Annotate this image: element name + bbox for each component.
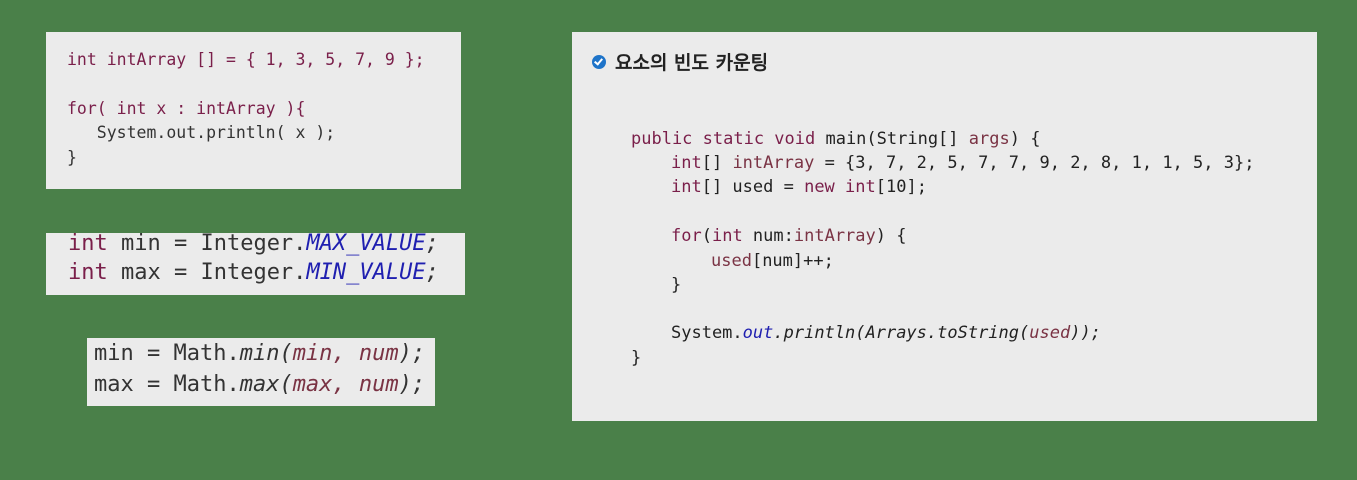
method-name: min(: [239, 341, 293, 366]
method-args: min, num: [292, 341, 399, 366]
method-call: .println(Arrays.toString(: [773, 323, 1030, 343]
code-text: ));: [1070, 323, 1101, 343]
code-snippet-for-each: int intArray [] = { 1, 3, 5, 7, 9 }; for…: [46, 32, 461, 189]
keyword: int: [671, 153, 702, 173]
code-text: [] used =: [701, 177, 805, 197]
code-snippet-min-max-init: int min = Integer.MAX_VALUE; int max = I…: [46, 231, 465, 295]
code-text: }: [671, 275, 682, 295]
keyword: int: [68, 260, 108, 285]
variable: intArray: [732, 153, 815, 173]
code-text: );: [398, 341, 426, 366]
variable: args: [968, 129, 1010, 149]
code-line: int[] intArray = {3, 7, 2, 5, 7, 7, 9, 2…: [671, 153, 1254, 173]
static-field: MIN_VALUE: [306, 260, 426, 285]
code-text: [num]++;: [751, 251, 834, 271]
code-text: (: [701, 226, 712, 246]
code-text: ) {: [1009, 129, 1041, 149]
section-title: 요소의 빈도 카운팅: [615, 52, 769, 74]
code-line: }: [671, 275, 681, 295]
keyword: int: [845, 177, 876, 197]
code-text: ;: [425, 260, 439, 285]
variable: used: [711, 251, 752, 271]
code-text: System.out.println( x );: [67, 123, 336, 142]
code-text: min = Math.: [94, 341, 240, 366]
static-field: MAX_VALUE: [306, 231, 426, 256]
code-text: max = Integer.: [107, 260, 307, 285]
code-text: );: [398, 372, 426, 397]
code-line: int[] used = new int[10];: [671, 177, 927, 197]
frequency-count-panel: 요소의 빈도 카운팅 public static void main(Strin…: [572, 32, 1317, 421]
section-title-row: 요소의 빈도 카운팅: [592, 48, 768, 75]
code-text: num:: [742, 226, 794, 246]
code-text: [10];: [875, 177, 927, 197]
keyword: int: [671, 177, 702, 197]
code-text: }: [67, 148, 77, 167]
code-line: System.out.println( x );: [67, 123, 335, 142]
code-line: used[num]++;: [711, 251, 834, 271]
code-line: min = Math.min(min, num);: [94, 341, 425, 366]
code-text: for( int x : intArray ){: [67, 99, 306, 118]
code-text: = {3, 7, 2, 5, 7, 7, 9, 2, 8, 1, 1, 5, 3…: [814, 153, 1255, 173]
code-line: int max = Integer.MIN_VALUE;: [68, 260, 439, 285]
code-snippet-math-min-max: min = Math.min(min, num); max = Math.max…: [87, 338, 435, 406]
code-line: for(int num:intArray) {: [671, 226, 906, 246]
code-text: ) {: [875, 226, 907, 246]
method-args: max, num: [292, 372, 399, 397]
code-line: int intArray [] = { 1, 3, 5, 7, 9 };: [67, 50, 425, 69]
code-text: main(String[]: [815, 129, 969, 149]
code-text: int intArray [] = { 1, 3, 5, 7, 9 };: [67, 50, 425, 69]
variable: intArray: [793, 226, 876, 246]
code-line: for( int x : intArray ){: [67, 99, 305, 118]
static-field: out: [742, 323, 774, 343]
code-text: []: [701, 153, 733, 173]
code-line: int min = Integer.MAX_VALUE;: [68, 231, 439, 256]
keyword: int: [711, 226, 743, 246]
code-text: max = Math.: [94, 372, 240, 397]
code-line: }: [631, 348, 641, 368]
code-text: ;: [425, 231, 439, 256]
keyword: public static void: [631, 129, 816, 149]
variable: used: [1029, 323, 1071, 343]
code-line: System.out.println(Arrays.toString(used)…: [671, 323, 1101, 343]
code-text: min = Integer.: [107, 231, 307, 256]
keyword: int: [68, 231, 108, 256]
code-line: max = Math.max(max, num);: [94, 372, 425, 397]
code-text: System.: [671, 323, 743, 343]
check-circle-icon: [592, 54, 606, 69]
method-name: max(: [239, 372, 293, 397]
keyword: new: [804, 177, 835, 197]
keyword: for: [671, 226, 702, 246]
code-line: }: [67, 148, 77, 167]
code-line: public static void main(String[] args) {: [631, 129, 1040, 149]
code-text: }: [631, 348, 642, 368]
